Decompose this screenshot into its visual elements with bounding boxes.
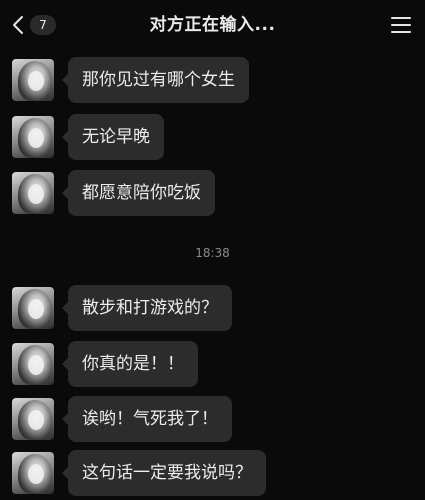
timestamp: 18:38 bbox=[195, 246, 230, 260]
message-row: 这句话一定要我说吗？ bbox=[12, 450, 266, 496]
menu-icon[interactable] bbox=[389, 14, 413, 36]
avatar[interactable] bbox=[12, 452, 54, 494]
avatar[interactable] bbox=[12, 172, 54, 214]
message-bubble[interactable]: 散步和打游戏的？ bbox=[62, 285, 232, 331]
message-row: 诶哟！气死我了！ bbox=[12, 396, 232, 442]
chat-title: 对方正在输入... bbox=[149, 15, 276, 35]
message-bubble[interactable]: 无论早晚 bbox=[62, 114, 164, 160]
avatar[interactable] bbox=[12, 287, 54, 329]
message-row: 那你见过有哪个女生 bbox=[12, 57, 249, 103]
avatar[interactable] bbox=[12, 398, 54, 440]
message-row: 无论早晚 bbox=[12, 114, 164, 160]
message-bubble[interactable]: 都愿意陪你吃饭 bbox=[62, 170, 215, 216]
message-row: 你真的是！！ bbox=[12, 341, 198, 387]
message-bubble[interactable]: 这句话一定要我说吗？ bbox=[62, 450, 266, 496]
message-bubble[interactable]: 你真的是！！ bbox=[62, 341, 198, 387]
message-row: 散步和打游戏的？ bbox=[12, 285, 232, 331]
avatar[interactable] bbox=[12, 59, 54, 101]
message-bubble[interactable]: 诶哟！气死我了！ bbox=[62, 396, 232, 442]
avatar[interactable] bbox=[12, 343, 54, 385]
message-bubble[interactable]: 那你见过有哪个女生 bbox=[62, 57, 249, 103]
chat-header: 7 对方正在输入... bbox=[0, 0, 425, 50]
message-row: 都愿意陪你吃饭 bbox=[12, 170, 215, 216]
avatar[interactable] bbox=[12, 116, 54, 158]
